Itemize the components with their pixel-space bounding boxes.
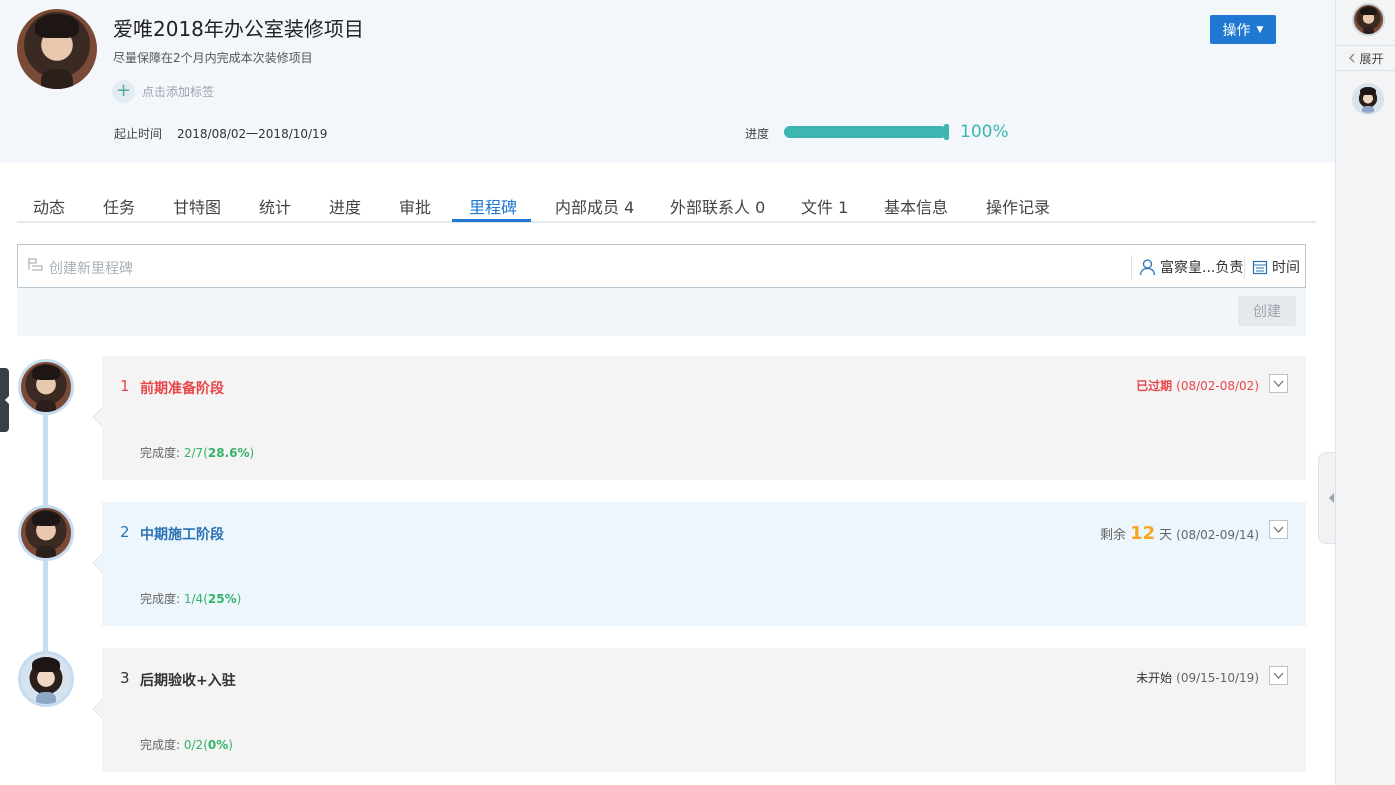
tab-files[interactable]: 文件 1 [801, 194, 848, 218]
chevron-left-icon [1349, 53, 1355, 63]
days-left-prefix: 剩余 [1100, 528, 1127, 543]
tab-approval[interactable]: 审批 [399, 194, 431, 218]
card-pointer [93, 554, 102, 572]
project-title: 爱唯2018年办公室装修项目 [113, 17, 364, 41]
create-bar: 创建 [17, 288, 1306, 336]
milestone-range: (08/02-08/02) [1176, 379, 1259, 393]
milestone-completion: 完成度: 1/4(25%) [140, 592, 242, 606]
milestone-card[interactable]: 1 前期准备阶段 已过期 (08/02-08/02) 完成度: 2/7(28.6… [93, 356, 1306, 480]
time-label: 时间 [1272, 260, 1300, 276]
milestone-flag-icon [28, 258, 43, 271]
new-milestone-box: 创建新里程碑 富察皇...负责 时间 [17, 244, 1306, 288]
milestone-owner-avatar[interactable] [18, 505, 74, 561]
tab-progress[interactable]: 进度 [329, 194, 361, 218]
milestone-card[interactable]: 3 后期验收+入驻 未开始 (09/15-10/19) 完成度: 0/2(0%) [93, 648, 1306, 772]
tab-dynamics[interactable]: 动态 [33, 194, 65, 218]
completion-label: 完成度: [140, 446, 181, 460]
milestone-name[interactable]: 中期施工阶段 [140, 524, 224, 544]
progress-label: 进度 [745, 127, 770, 141]
completion-fraction: 0/2 [183, 738, 204, 752]
chevron-down-icon [1273, 526, 1284, 533]
operate-button-label: 操作 [1222, 22, 1251, 39]
days-left-suffix: 天 [1159, 528, 1173, 543]
add-tag-label: 点击添加标签 [142, 85, 215, 99]
milestone-status: 未开始 (09/15-10/19) [1136, 669, 1259, 686]
completion-label: 完成度: [140, 592, 181, 606]
tab-tasks[interactable]: 任务 [103, 194, 135, 218]
time-picker[interactable]: 时间 [1252, 257, 1300, 277]
milestone-card[interactable]: 2 中期施工阶段 剩余 12 天 (08/02-09/14) 完成度: 1/4(… [93, 502, 1306, 626]
person-icon [1139, 259, 1156, 276]
owner-picker[interactable]: 富察皇...负责 [1139, 257, 1243, 277]
progress-slider[interactable] [784, 124, 949, 140]
chevron-down-icon [1273, 672, 1284, 679]
milestone-index: 3 [120, 669, 130, 687]
milestone-status: 剩余 12 天 (08/02-09/14) [1100, 523, 1259, 544]
add-tag-button[interactable]: + 点击添加标签 [112, 80, 214, 103]
user-avatar[interactable] [1352, 3, 1385, 36]
milestone-completion: 完成度: 2/7(28.6%) [140, 446, 255, 460]
member-avatar[interactable] [1352, 83, 1384, 115]
project-avatar[interactable] [17, 9, 97, 89]
create-button[interactable]: 创建 [1238, 296, 1296, 326]
milestone-completion: 完成度: 0/2(0%) [140, 738, 233, 752]
milestone-index: 1 [120, 377, 130, 395]
active-tab-indicator [452, 219, 531, 222]
caret-down-icon: ▼ [1256, 24, 1264, 35]
milestone-name[interactable]: 前期准备阶段 [140, 378, 224, 398]
tab-milestones[interactable]: 里程碑 [469, 194, 517, 218]
milestone-dropdown[interactable] [1269, 374, 1288, 393]
chevron-down-icon [1273, 380, 1284, 387]
milestone-owner-avatar[interactable] [18, 359, 74, 415]
milestone-name[interactable]: 后期验收+入驻 [140, 670, 236, 690]
new-milestone-input[interactable]: 创建新里程碑 [49, 258, 133, 278]
owner-label: 富察皇...负责 [1160, 260, 1244, 276]
tab-statistics[interactable]: 统计 [259, 194, 291, 218]
milestone-dropdown[interactable] [1269, 666, 1288, 685]
completion-percent: 25% [207, 592, 237, 606]
milestone-range: (09/15-10/19) [1176, 671, 1259, 685]
left-panel-toggle[interactable] [0, 368, 9, 432]
date-value: 2018/08/02一2018/10/19 [177, 127, 328, 141]
progress-handle[interactable] [944, 124, 949, 140]
right-sidebar: 展开 [1335, 0, 1395, 785]
completion-percent: 28.6% [207, 446, 250, 460]
plus-icon: + [112, 80, 135, 103]
right-panel-toggle[interactable] [1318, 452, 1335, 544]
progress-fill [784, 126, 947, 138]
tab-operation-log[interactable]: 操作记录 [986, 194, 1050, 218]
days-left-count: 12 [1130, 523, 1156, 544]
tab-internal-members[interactable]: 内部成员 4 [555, 194, 634, 218]
progress-value: 100% [960, 122, 1009, 142]
operate-button[interactable]: 操作 ▼ [1210, 15, 1276, 44]
tab-basic-info[interactable]: 基本信息 [884, 194, 948, 218]
tab-gantt[interactable]: 甘特图 [173, 194, 221, 218]
status-not-started: 未开始 [1136, 671, 1173, 685]
milestone-index: 2 [120, 523, 130, 541]
expand-label: 展开 [1359, 51, 1384, 66]
completion-percent: 0% [207, 738, 229, 752]
completion-fraction: 2/7 [183, 446, 204, 460]
milestone-range: (08/02-09/14) [1176, 528, 1259, 542]
project-subtitle: 尽量保障在2个月内完成本次装修项目 [113, 51, 313, 65]
card-pointer [93, 408, 102, 426]
milestone-status: 已过期 (08/02-08/02) [1136, 377, 1259, 394]
calendar-icon [1252, 260, 1268, 275]
divider [1244, 255, 1245, 279]
milestone-dropdown[interactable] [1269, 520, 1288, 539]
date-label: 起止时间 [114, 127, 163, 141]
card-pointer [93, 700, 102, 718]
completion-label: 完成度: [140, 738, 181, 752]
milestone-owner-avatar[interactable] [18, 651, 74, 707]
project-header: 爱唯2018年办公室装修项目 尽量保障在2个月内完成本次装修项目 + 点击添加标… [0, 0, 1335, 163]
tab-bar: 动态 任务 甘特图 统计 进度 审批 里程碑 内部成员 4 外部联系人 0 文件… [17, 184, 1316, 223]
divider [1131, 255, 1132, 279]
tab-external-contacts[interactable]: 外部联系人 0 [670, 194, 765, 218]
status-overdue: 已过期 [1136, 379, 1173, 393]
completion-fraction: 1/4 [183, 592, 204, 606]
expand-button[interactable]: 展开 [1336, 45, 1395, 71]
